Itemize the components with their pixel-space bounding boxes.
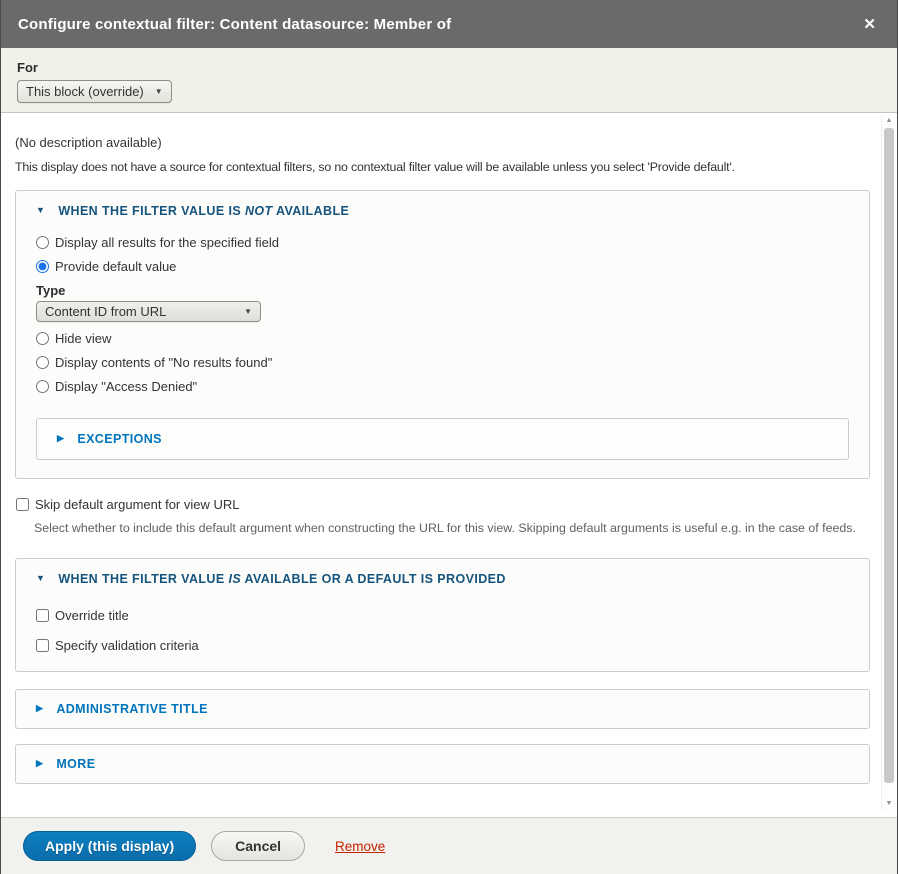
dialog-titlebar: Configure contextual filter: Content dat… — [1, 0, 897, 48]
expand-arrow-icon: ▶ — [36, 758, 43, 769]
type-select-value: Content ID from URL — [45, 304, 166, 319]
radio-display-no-results[interactable]: Display contents of "No results found" — [36, 355, 849, 370]
radio-input-display-access-denied[interactable] — [36, 380, 49, 393]
dialog-body: (No description available) This display … — [1, 113, 897, 784]
radio-label: Display all results for the specified fi… — [55, 235, 279, 250]
scrollbar-thumb[interactable] — [884, 128, 894, 783]
dialog-scroll-area: (No description available) This display … — [1, 113, 897, 812]
checkbox-skip-default-argument[interactable]: Skip default argument for view URL — [15, 497, 870, 512]
fieldset-more: ▶ MORE — [15, 744, 870, 784]
fieldset-administrative-title-legend[interactable]: ▶ ADMINISTRATIVE TITLE — [36, 702, 849, 716]
fieldset-more-legend[interactable]: ▶ MORE — [36, 757, 849, 771]
dialog-footer: Apply (this display) Cancel Remove — [1, 817, 897, 874]
radio-label: Display "Access Denied" — [55, 379, 197, 394]
type-select[interactable]: Content ID from URL ▼ — [36, 301, 261, 322]
checkbox-label: Specify validation criteria — [55, 638, 199, 653]
fieldset-filter-available-legend[interactable]: ▼ WHEN THE FILTER VALUE IS AVAILABLE OR … — [36, 572, 849, 586]
expand-arrow-icon: ▶ — [57, 433, 64, 444]
fieldset-filter-not-available: ▼ WHEN THE FILTER VALUE IS NOT AVAILABLE… — [15, 190, 870, 479]
remove-link[interactable]: Remove — [335, 839, 385, 854]
radio-input-provide-default-value[interactable] — [36, 260, 49, 273]
no-description-text: (No description available) — [15, 135, 870, 150]
vertical-scrollbar[interactable]: ▲ ▼ — [881, 115, 895, 810]
dialog-title: Configure contextual filter: Content dat… — [18, 16, 451, 33]
checkbox-label: Skip default argument for view URL — [35, 497, 239, 512]
close-icon[interactable]: ✕ — [859, 13, 880, 36]
apply-button[interactable]: Apply (this display) — [23, 831, 196, 861]
radio-provide-default-value[interactable]: Provide default value — [36, 259, 849, 274]
collapse-arrow-icon: ▼ — [36, 573, 45, 583]
radio-input-hide-view[interactable] — [36, 332, 49, 345]
checkbox-specify-validation-criteria[interactable]: Specify validation criteria — [36, 638, 849, 653]
cancel-button[interactable]: Cancel — [211, 831, 305, 861]
display-note-text: This display does not have a source for … — [15, 160, 870, 174]
fieldset-title: MORE — [56, 757, 95, 771]
for-section: For This block (override) ▼ — [1, 48, 897, 113]
for-select[interactable]: This block (override) ▼ — [17, 80, 172, 103]
radio-label: Display contents of "No results found" — [55, 355, 272, 370]
configure-contextual-filter-dialog: Configure contextual filter: Content dat… — [0, 0, 898, 874]
scrollbar-up-icon[interactable]: ▲ — [882, 115, 896, 127]
radio-label: Hide view — [55, 331, 111, 346]
radio-display-all-results[interactable]: Display all results for the specified fi… — [36, 235, 849, 250]
expand-arrow-icon: ▶ — [36, 703, 43, 714]
radio-label: Provide default value — [55, 259, 176, 274]
fieldset-exceptions: ▶ EXCEPTIONS — [36, 418, 849, 460]
checkbox-input-specify-validation-criteria[interactable] — [36, 639, 49, 652]
for-label: For — [17, 60, 883, 75]
checkbox-override-title[interactable]: Override title — [36, 608, 849, 623]
fieldset-title: WHEN THE FILTER VALUE IS AVAILABLE OR A … — [58, 572, 505, 586]
fieldset-title: ADMINISTRATIVE TITLE — [56, 702, 208, 716]
chevron-down-icon: ▼ — [244, 307, 252, 316]
for-select-value: This block (override) — [26, 84, 144, 99]
chevron-down-icon: ▼ — [155, 87, 163, 96]
fieldset-title: EXCEPTIONS — [77, 432, 162, 446]
collapse-arrow-icon: ▼ — [36, 205, 45, 215]
fieldset-filter-not-available-legend[interactable]: ▼ WHEN THE FILTER VALUE IS NOT AVAILABLE — [36, 204, 849, 218]
checkbox-input-override-title[interactable] — [36, 609, 49, 622]
skip-default-description: Select whether to include this default a… — [34, 518, 856, 538]
radio-hide-view[interactable]: Hide view — [36, 331, 849, 346]
fieldset-administrative-title: ▶ ADMINISTRATIVE TITLE — [15, 689, 870, 729]
type-label: Type — [36, 283, 849, 298]
radio-display-access-denied[interactable]: Display "Access Denied" — [36, 379, 849, 394]
checkbox-input-skip-default-argument[interactable] — [16, 498, 29, 511]
fieldset-title: WHEN THE FILTER VALUE IS NOT AVAILABLE — [58, 204, 349, 218]
radio-input-display-no-results[interactable] — [36, 356, 49, 369]
checkbox-label: Override title — [55, 608, 129, 623]
radio-input-display-all-results[interactable] — [36, 236, 49, 249]
fieldset-filter-available: ▼ WHEN THE FILTER VALUE IS AVAILABLE OR … — [15, 558, 870, 672]
fieldset-exceptions-legend[interactable]: ▶ EXCEPTIONS — [57, 432, 828, 446]
scrollbar-down-icon[interactable]: ▼ — [882, 798, 896, 810]
